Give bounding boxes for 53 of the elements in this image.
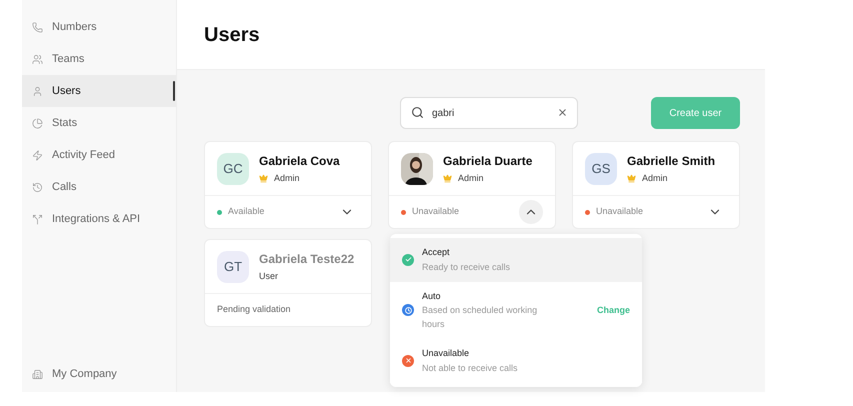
sidebar-item[interactable]: Numbers: [22, 11, 176, 43]
user-card[interactable]: GT Gabriela Teste22 User Pending validation: [204, 239, 372, 327]
page-title: Users: [204, 22, 260, 48]
pie-chart-icon: [32, 118, 43, 128]
user-role: User: [259, 270, 278, 283]
sidebar-item[interactable]: Calls: [22, 171, 176, 203]
avatar: GT: [217, 250, 249, 282]
search-icon: [411, 106, 424, 119]
search-field[interactable]: gabri: [400, 97, 578, 129]
pending-label: Pending validation: [217, 303, 291, 316]
sidebar-item[interactable]: Teams: [22, 43, 176, 75]
history-icon: [32, 182, 43, 192]
status-label: Unavailable: [596, 205, 644, 218]
user-card[interactable]: Gabriela Duarte Admin Unavailable: [388, 141, 556, 229]
user-role: Admin: [458, 172, 484, 185]
option-title: Accept: [422, 246, 451, 259]
status-label: Unavailable: [412, 205, 460, 218]
avatar: GS: [585, 152, 617, 184]
option-title: Auto: [422, 290, 442, 302]
check-icon: [402, 254, 414, 266]
sidebar-item[interactable]: Stats: [22, 107, 176, 139]
people-icon: [32, 54, 43, 64]
phone-icon: [32, 22, 43, 32]
building-icon: [32, 368, 43, 380]
user-role: Admin: [274, 172, 300, 185]
sidebar-item[interactable]: Integrations & API: [22, 203, 176, 235]
option-description: Not able to receive calls: [422, 362, 519, 374]
option-description: Ready to receive calls: [422, 260, 512, 274]
user-icon: [32, 86, 43, 96]
sidebar-item[interactable]: Users: [22, 75, 176, 107]
user-card[interactable]: GC Gabriela Cova Admin Available: [204, 141, 372, 229]
sidebar-item[interactable]: Activity Feed: [22, 139, 176, 171]
active-indicator: [173, 81, 175, 101]
status-option[interactable]: Auto Based on scheduled working hours Change: [390, 282, 642, 339]
user-card[interactable]: GS Gabrielle Smith Admin Unavailable: [572, 141, 740, 229]
option-description: Based on scheduled working hours: [422, 304, 538, 331]
user-name: Gabriela Teste22: [259, 250, 354, 268]
user-name: Gabriela Duarte: [443, 152, 532, 170]
company-label[interactable]: My Company: [52, 366, 117, 382]
option-title: Unavailable: [422, 347, 470, 360]
split-arrows-icon: [32, 214, 43, 224]
lightning-icon: [32, 150, 43, 160]
status-label: Available: [228, 205, 266, 218]
status-option[interactable]: Unavailable Not able to receive calls: [390, 339, 642, 382]
user-name: Gabriela Cova: [259, 152, 340, 170]
cross-icon: [402, 354, 414, 367]
clock-icon: [402, 304, 414, 316]
user-name: Gabrielle Smith: [627, 152, 716, 170]
status-option[interactable]: Accept Ready to receive calls: [390, 238, 642, 282]
user-role: Admin: [642, 172, 668, 185]
status-toggle[interactable]: [519, 200, 543, 224]
clear-icon[interactable]: [557, 107, 568, 118]
avatar: GC: [217, 152, 249, 184]
